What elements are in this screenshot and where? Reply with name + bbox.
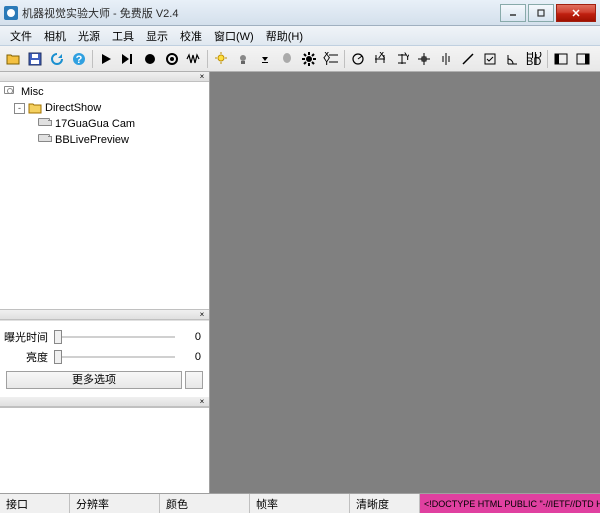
workspace: × Misc - DirectShow 17GuaGua Cam BBLiveP… xyxy=(0,72,600,493)
caliper-y-icon[interactable]: Y xyxy=(392,49,412,69)
folder-icon xyxy=(28,102,42,114)
more-options-button[interactable]: 更多选项 xyxy=(6,371,182,389)
blank-panel xyxy=(0,407,209,493)
menu-tools[interactable]: 工具 xyxy=(106,28,140,44)
play-repeat-icon[interactable] xyxy=(118,49,138,69)
menu-bar: 文件 相机 光源 工具 显示 校准 窗口(W) 帮助(H) xyxy=(0,26,600,46)
bulb-off-icon[interactable] xyxy=(233,49,253,69)
tree-root-label: Misc xyxy=(21,86,44,98)
svg-text:Y: Y xyxy=(404,52,409,63)
line-tool-icon[interactable] xyxy=(436,49,456,69)
refresh-icon[interactable] xyxy=(47,49,67,69)
minimize-button[interactable] xyxy=(500,4,526,22)
status-color: 颜色 xyxy=(160,494,250,513)
brightness-label: 亮度 xyxy=(4,349,54,365)
angle-icon[interactable] xyxy=(502,49,522,69)
title-bar: 机器视觉实验大师 - 免费版 V2.4 xyxy=(0,0,600,26)
tree-panel-close-icon[interactable]: × xyxy=(197,73,207,81)
caliper-x-icon[interactable]: X xyxy=(370,49,390,69)
status-resolution: 分辨率 xyxy=(70,494,160,513)
svg-text:Y: Y xyxy=(323,56,331,66)
status-html-snippet: <!DOCTYPE HTML PUBLIC "-//IETF//DTD HTML… xyxy=(420,494,600,513)
app-icon xyxy=(4,6,18,20)
menu-file[interactable]: 文件 xyxy=(4,28,38,44)
menu-calibrate[interactable]: 校准 xyxy=(174,28,208,44)
help-icon[interactable]: ? xyxy=(69,49,89,69)
maximize-button[interactable] xyxy=(528,4,554,22)
slider-panel: 曝光时间 0 亮度 0 更多选项 xyxy=(0,320,209,397)
camera-device-icon xyxy=(38,134,52,146)
blank-panel-header: × xyxy=(0,397,209,407)
drop-down-icon[interactable] xyxy=(255,49,275,69)
play-icon[interactable] xyxy=(96,49,116,69)
tree-panel-header: × xyxy=(0,72,209,82)
exposure-value: 0 xyxy=(175,331,205,343)
collapse-icon[interactable]: - xyxy=(14,103,25,114)
menu-window[interactable]: 窗口(W) xyxy=(208,28,260,44)
toolbar: ? XY X Y HDBD xyxy=(0,46,600,72)
close-button[interactable] xyxy=(556,4,596,22)
waveform-icon[interactable] xyxy=(184,49,204,69)
circle-tool-icon[interactable] xyxy=(348,49,368,69)
main-canvas[interactable] xyxy=(210,72,600,493)
ruler-xy-icon[interactable]: XY xyxy=(321,49,341,69)
tree-item-label: BBLivePreview xyxy=(55,134,129,146)
menu-help[interactable]: 帮助(H) xyxy=(260,28,309,44)
status-fps: 帧率 xyxy=(250,494,350,513)
tree-item-label: 17GuaGua Cam xyxy=(55,118,135,130)
window-right-icon[interactable] xyxy=(573,49,593,69)
record2-icon[interactable] xyxy=(162,49,182,69)
status-port: 接口 xyxy=(0,494,70,513)
menu-light[interactable]: 光源 xyxy=(72,28,106,44)
brightness-slider[interactable] xyxy=(54,356,175,358)
status-clarity: 清晰度 xyxy=(350,494,420,513)
svg-text:X: X xyxy=(378,52,386,61)
tree-root[interactable]: Misc xyxy=(4,84,205,100)
slider-panel-close-icon[interactable]: × xyxy=(197,311,207,319)
blank-panel-close-icon[interactable]: × xyxy=(197,398,207,406)
exposure-label: 曝光时间 xyxy=(4,329,54,345)
camera-icon xyxy=(4,86,18,98)
svg-text:BD: BD xyxy=(526,56,541,66)
tree-item[interactable]: 17GuaGua Cam xyxy=(4,116,205,132)
save-icon[interactable] xyxy=(25,49,45,69)
device-tree[interactable]: Misc - DirectShow 17GuaGua Cam BBLivePre… xyxy=(0,82,209,310)
sidebar: × Misc - DirectShow 17GuaGua Cam BBLiveP… xyxy=(0,72,210,493)
brightness-value: 0 xyxy=(175,351,205,363)
record-icon[interactable] xyxy=(140,49,160,69)
svg-text:?: ? xyxy=(76,54,83,66)
open-icon[interactable] xyxy=(3,49,23,69)
exposure-slider[interactable] xyxy=(54,336,175,338)
hd-bd-icon[interactable]: HDBD xyxy=(524,49,544,69)
balloon-icon[interactable] xyxy=(277,49,297,69)
diagonal-icon[interactable] xyxy=(458,49,478,69)
window-title: 机器视觉实验大师 - 免费版 V2.4 xyxy=(22,5,498,21)
box-check-icon[interactable] xyxy=(480,49,500,69)
menu-display[interactable]: 显示 xyxy=(140,28,174,44)
tree-item[interactable]: BBLivePreview xyxy=(4,132,205,148)
more-options-aux-button[interactable] xyxy=(185,371,203,389)
crosshair-icon[interactable] xyxy=(414,49,434,69)
tree-folder[interactable]: - DirectShow xyxy=(4,100,205,116)
tree-folder-label: DirectShow xyxy=(45,102,101,114)
camera-device-icon xyxy=(38,118,52,130)
gear-icon[interactable] xyxy=(299,49,319,69)
window-left-icon[interactable] xyxy=(551,49,571,69)
bulb-icon[interactable] xyxy=(211,49,231,69)
menu-camera[interactable]: 相机 xyxy=(38,28,72,44)
slider-panel-header: × xyxy=(0,310,209,320)
status-bar: 接口 分辨率 颜色 帧率 清晰度 <!DOCTYPE HTML PUBLIC "… xyxy=(0,493,600,513)
